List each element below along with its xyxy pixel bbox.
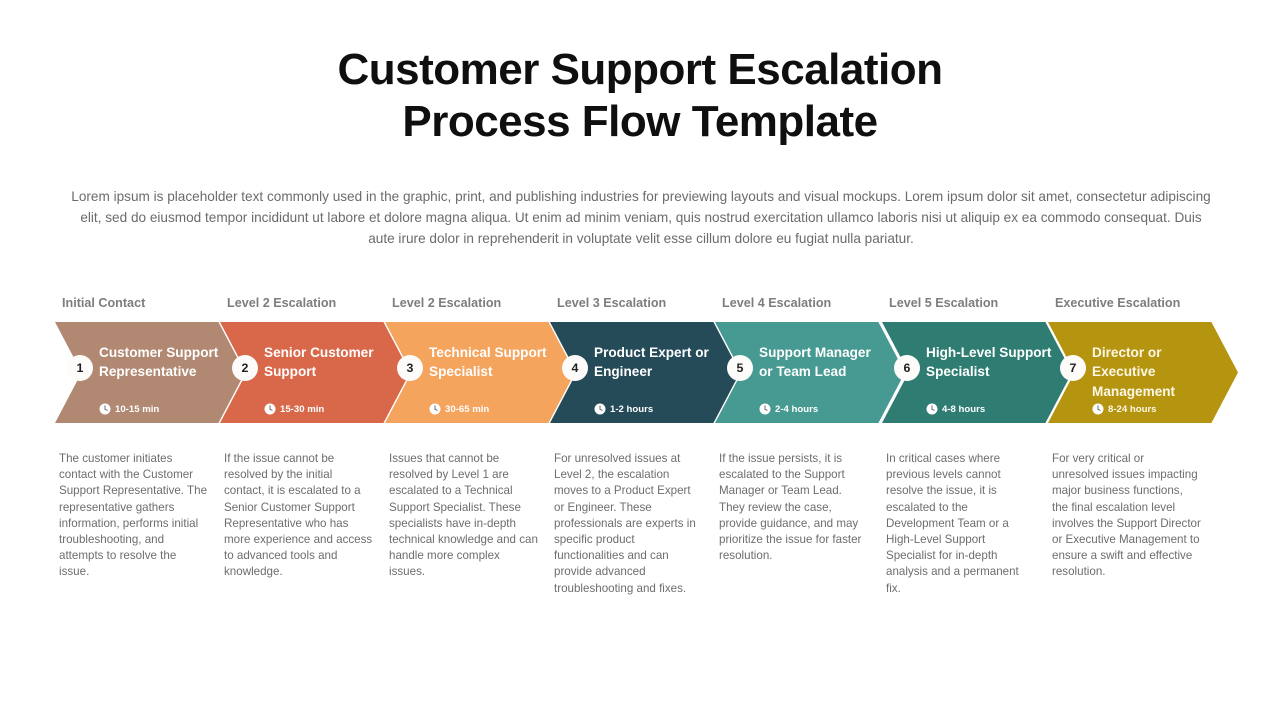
stage-number-badge: 7 [1060,355,1086,381]
stage-duration: 10-15 min [99,403,159,415]
clock-icon [429,403,441,415]
stage-duration: 15-30 min [264,403,324,415]
stage-number-badge: 3 [397,355,423,381]
intro-paragraph: Lorem ipsum is placeholder text commonly… [71,189,1211,246]
clock-icon [99,403,111,415]
clock-icon [264,403,276,415]
stage-description: If the issue cannot be resolved by the i… [224,452,373,579]
stage-role-label: Director or Executive Management [1092,345,1176,399]
stage-duration-label: 2-4 hours [775,403,819,415]
stage-description: For unresolved issues at Level 2, the es… [554,452,696,595]
stage-duration: 4-8 hours [926,403,985,415]
stage-duration: 8-24 hours [1092,403,1157,415]
stage-duration-label: 1-2 hours [610,403,654,415]
stage-role-label: Product Expert or Engineer [594,345,709,380]
stage-role-label: Senior Customer Support [264,345,374,380]
stage-duration-label: 30-65 min [445,403,490,415]
title-line-2: Process Flow Template [402,97,878,146]
clock-icon [1092,403,1104,415]
stage-number-badge: 4 [562,355,588,381]
stage-header-label: Level 4 Escalation [722,296,832,310]
clock-icon [759,403,771,415]
stage-description: In critical cases where previous levels … [886,452,1019,595]
stage-description: The customer initiates contact with the … [59,452,208,579]
stage-duration-label: 4-8 hours [942,403,986,415]
stage-number-badge: 1 [67,355,93,381]
clock-icon [926,403,938,415]
title-line-1: Customer Support Escalation [337,45,943,94]
clock-icon [594,403,606,415]
stage-header-label: Executive Escalation [1055,296,1181,310]
stage-description: If the issue persists, it is escalated t… [719,452,862,563]
stage-header-label: Level 3 Escalation [557,296,667,310]
stage-duration: 30-65 min [429,403,489,415]
stage-description: Issues that cannot be resolved by Level … [389,452,538,579]
stage-header-label: Initial Contact [62,296,146,310]
stage-header-label: Level 5 Escalation [889,296,999,310]
stage-duration: 1-2 hours [594,403,653,415]
stage-number-badge: 5 [727,355,753,381]
stage-duration-label: 15-30 min [280,403,325,415]
stage-role-label: Technical Support Specialist [429,345,547,380]
stage-duration: 2-4 hours [759,403,818,415]
stage-description: For very critical or unresolved issues i… [1052,452,1201,579]
stage-role-label: High-Level Support Specialist [926,345,1052,380]
stage-role-label: Support Manager or Team Lead [759,345,871,380]
process-flow-diagram: Initial Contact Customer Support Represen… [0,296,1280,656]
stage-duration-label: 10-15 min [115,403,160,415]
page-title: Customer Support Escalation Process Flow… [0,44,1280,148]
stage-header-label: Level 2 Escalation [392,296,502,310]
stage-number-badge: 6 [894,355,920,381]
stage-header-label: Level 2 Escalation [227,296,337,310]
slide-canvas: Customer Support Escalation Process Flow… [0,0,1280,720]
stage-role-label: Customer Support Representative [99,345,219,380]
stage-duration-label: 8-24 hours [1108,403,1157,415]
stage-number-badge: 2 [232,355,258,381]
